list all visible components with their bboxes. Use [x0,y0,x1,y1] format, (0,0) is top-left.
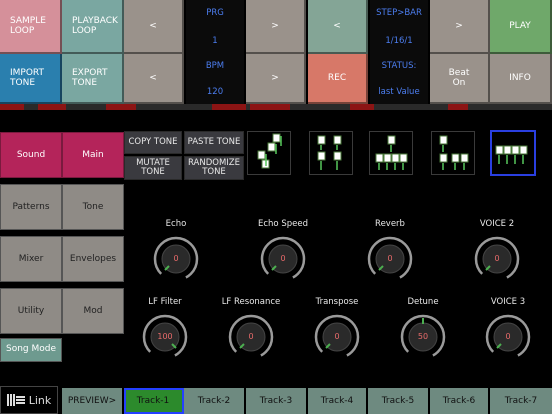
step-cell[interactable] [0,104,24,110]
voice2-label: VOICE 2 [479,219,515,229]
export-tone-button[interactable]: EXPORT TONE [62,54,124,104]
lf-filter-label: LF Filter [148,297,182,307]
sidebar-item-envelopes[interactable]: Envelopes [62,236,124,282]
voice3-label: VOICE 3 [490,297,526,307]
program-prev-button[interactable]: < [124,0,184,54]
program-display: PRG 1 [186,0,244,54]
status-display: STATUS: last Value [370,54,428,104]
step-cell[interactable] [448,104,468,110]
lf-filter-value: 100 [157,332,173,341]
pattern-grid-icon [317,135,342,170]
step-cell[interactable] [250,104,290,110]
preview-button[interactable]: PREVIEW> [62,388,124,414]
play-button[interactable]: PLAY [490,0,552,54]
echo-label: Echo [165,219,187,229]
detune-label: Detune [407,297,439,307]
echo-value: 0 [173,254,179,263]
transpose-value: 0 [334,332,340,341]
pattern-tree-icon [375,135,408,170]
sidebar-item-utility[interactable]: Utility [0,288,62,334]
track-7-tab[interactable]: Track-7 [490,388,552,414]
step-label: STEP>BAR [376,8,422,18]
link-icon [6,394,25,406]
status-value: last Value [378,87,420,97]
program-label: PRG [206,8,224,18]
randomize-tone-button[interactable]: RANDOMIZE TONE [184,156,244,180]
rec-button[interactable]: REC [308,54,368,104]
step-cell[interactable] [212,104,246,110]
program-value: 1 [212,36,218,46]
step-display: STEP>BAR 1/16/1 [370,0,428,54]
step-cell[interactable] [106,104,136,110]
sidebar-item-sound[interactable]: Sound [0,132,62,178]
echo-speed-label: Echo Speed [258,219,308,229]
voice-pattern-5[interactable] [490,130,536,176]
track-6-tab[interactable]: Track-6 [430,388,490,414]
mutate-tone-button[interactable]: MUTATE TONE [124,156,182,180]
sample-loop-button[interactable]: SAMPLE LOOP [0,0,62,54]
lf-resonance-label: LF Resonance [221,297,281,307]
lf-resonance-value: 0 [248,332,254,341]
voice-pattern-4[interactable] [431,131,475,175]
step-cell[interactable] [350,104,374,110]
status-label: STATUS: [381,61,417,71]
sidebar-item-main[interactable]: Main [62,132,124,178]
echo-speed-value: 0 [280,254,286,263]
transpose-label: Transpose [315,297,359,307]
track-3-tab[interactable]: Track-3 [246,388,308,414]
bpm-prev-button[interactable]: < [124,54,184,104]
sidebar-item-mixer[interactable]: Mixer [0,236,62,282]
reverb-label: Reverb [375,219,405,229]
sidebar-item-mod[interactable]: Mod [62,288,124,334]
import-tone-button[interactable]: IMPORT TONE [0,54,62,104]
program-next-button[interactable]: > [246,0,306,54]
detune-value: 50 [417,332,429,341]
bpm-display: BPM 120 [186,54,244,104]
sidebar-item-tone[interactable]: Tone [62,184,124,230]
voice3-value: 0 [505,332,511,341]
pattern-row-icon [495,145,528,164]
voice-pattern-3[interactable] [369,131,413,175]
step-cell[interactable] [38,104,66,110]
step-next-button[interactable]: > [430,0,490,54]
bpm-label: BPM [205,61,225,71]
track-4-tab[interactable]: Track-4 [308,388,368,414]
sidebar-item-song-mode[interactable]: Song Mode [0,338,62,362]
pattern-split-icon [439,135,469,170]
voice-pattern-2[interactable] [309,131,353,175]
playback-loop-button[interactable]: PLAYBACK LOOP [62,0,124,54]
bpm-next-button[interactable]: > [246,54,306,104]
reverb-value: 0 [387,254,393,263]
step-prev-button[interactable]: < [308,0,368,54]
link-label: Link [28,393,52,407]
step-value: 1/16/1 [385,36,413,46]
beat-on-button[interactable]: Beat On [430,54,490,104]
voice2-value: 0 [494,254,500,263]
bpm-value: 120 [206,87,224,97]
voice-pattern-1[interactable] [247,131,291,175]
copy-tone-button[interactable]: COPY TONE [124,131,182,154]
pattern-diagonal-icon [257,133,282,169]
track-1-tab[interactable]: Track-1 [124,388,184,414]
info-button[interactable]: INFO [490,54,552,104]
sidebar-item-patterns[interactable]: Patterns [0,184,62,230]
ableton-link-button[interactable]: Link [0,386,58,414]
track-2-tab[interactable]: Track-2 [184,388,246,414]
track-5-tab[interactable]: Track-5 [368,388,430,414]
paste-tone-button[interactable]: PASTE TONE [184,131,244,154]
